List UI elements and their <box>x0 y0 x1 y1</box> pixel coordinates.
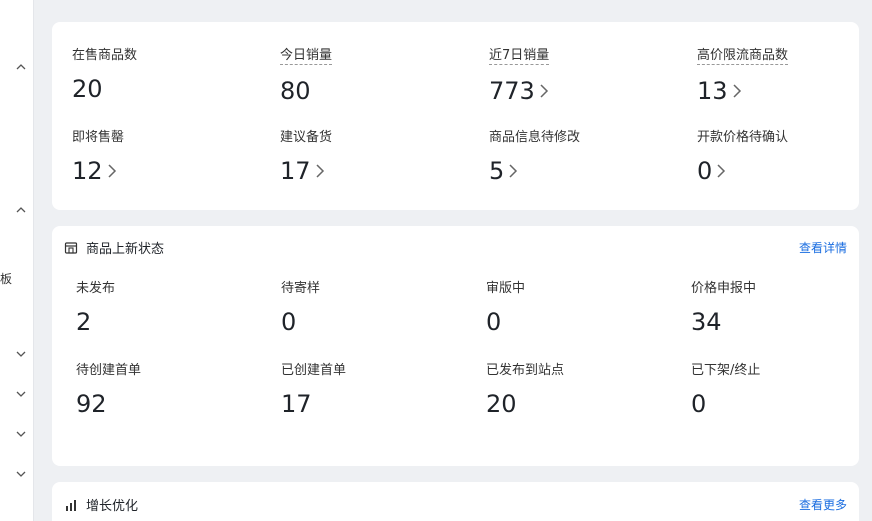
stat-label: 建议备货 <box>280 130 333 145</box>
stat-value: 20 <box>72 75 103 103</box>
stat-label: 商品信息待修改 <box>489 130 581 145</box>
stat-value[interactable]: 92 <box>76 390 141 418</box>
chevron-right-icon[interactable] <box>107 163 117 179</box>
chevron-right-icon[interactable] <box>716 163 726 179</box>
stat-label: 待寄样 <box>281 281 321 296</box>
stat-label: 待创建首单 <box>76 363 142 378</box>
stat-label: 未发布 <box>76 281 116 296</box>
stat-value[interactable]: 0 <box>281 308 320 336</box>
stat-label: 已创建首单 <box>281 363 347 378</box>
status-unpublished[interactable]: 未发布 2 <box>76 277 115 336</box>
stat-label: 近7日销量 <box>489 44 550 65</box>
stat-7day-sales[interactable]: 近7日销量 773 <box>489 44 550 105</box>
stats-card: 在售商品数 20 今日销量 80 近7日销量 773 高价限流商品数 13 即将… <box>52 22 859 210</box>
new-status-card: 商品上新状态 查看详情 未发布 2 待寄样 0 审版中 0 价格申报中 34 待… <box>52 226 859 466</box>
stat-value[interactable]: 0 <box>486 308 525 336</box>
status-awaiting-first-order[interactable]: 待创建首单 92 <box>76 359 141 418</box>
view-details-link[interactable]: 查看详情 <box>799 239 847 256</box>
stat-info-to-modify[interactable]: 商品信息待修改 5 <box>489 126 580 185</box>
view-more-link[interactable]: 查看更多 <box>799 496 847 513</box>
stat-label: 价格申报中 <box>691 281 757 296</box>
chevron-right-icon[interactable] <box>508 163 518 179</box>
shop-icon <box>64 241 78 255</box>
stat-value[interactable]: 773 <box>489 77 549 105</box>
card-title: 商品上新状态 <box>86 242 165 257</box>
stat-label: 已发布到站点 <box>486 363 565 378</box>
stat-sell-out-soon[interactable]: 即将售罄 12 <box>72 126 124 185</box>
stat-today-sales: 今日销量 80 <box>280 44 333 105</box>
stat-value[interactable]: 13 <box>697 77 788 105</box>
stat-value[interactable]: 0 <box>691 390 760 418</box>
chevron-up-icon[interactable] <box>14 203 28 217</box>
stat-label: 高价限流商品数 <box>697 44 789 65</box>
chevron-right-icon[interactable] <box>732 83 742 99</box>
sidebar: 板 <box>0 0 34 521</box>
stat-value: 80 <box>280 77 311 105</box>
stat-label: 在售商品数 <box>72 48 138 63</box>
status-first-order-created[interactable]: 已创建首单 17 <box>281 359 346 418</box>
stat-value[interactable]: 5 <box>489 157 580 185</box>
chevron-right-icon[interactable] <box>315 163 325 179</box>
card-header: 增长优化 <box>64 495 138 514</box>
stat-label: 审版中 <box>486 281 526 296</box>
stat-label: 已下架/终止 <box>691 363 761 378</box>
stat-label: 即将售罄 <box>72 130 125 145</box>
status-awaiting-sample[interactable]: 待寄样 0 <box>281 277 320 336</box>
stat-value[interactable]: 17 <box>280 157 332 185</box>
stat-value[interactable]: 12 <box>72 157 124 185</box>
stat-on-sale: 在售商品数 20 <box>72 44 137 103</box>
stat-restock-suggested[interactable]: 建议备货 17 <box>280 126 332 185</box>
growth-card: 增长优化 查看更多 <box>52 482 859 521</box>
status-price-declaring[interactable]: 价格申报中 34 <box>691 277 756 336</box>
chevron-down-icon[interactable] <box>14 387 28 401</box>
stat-label: 开款价格待确认 <box>697 130 789 145</box>
chevron-up-icon[interactable] <box>14 60 28 74</box>
stat-value[interactable]: 2 <box>76 308 115 336</box>
stat-value[interactable]: 20 <box>486 390 564 418</box>
stat-value[interactable]: 17 <box>281 390 346 418</box>
chevron-down-icon[interactable] <box>14 427 28 441</box>
sidebar-item-label[interactable]: 板 <box>0 270 12 287</box>
status-in-review[interactable]: 审版中 0 <box>486 277 525 336</box>
stat-high-price-limited[interactable]: 高价限流商品数 13 <box>697 44 789 105</box>
stat-value[interactable]: 0 <box>697 157 788 185</box>
bar-chart-icon <box>64 498 78 512</box>
card-title: 增长优化 <box>86 499 139 514</box>
card-header: 商品上新状态 <box>64 238 164 257</box>
chevron-down-icon[interactable] <box>14 467 28 481</box>
status-published-to-site[interactable]: 已发布到站点 20 <box>486 359 564 418</box>
status-delisted[interactable]: 已下架/终止 0 <box>691 359 760 418</box>
stat-label: 今日销量 <box>280 44 333 65</box>
stat-value[interactable]: 34 <box>691 308 756 336</box>
chevron-down-icon[interactable] <box>14 347 28 361</box>
stat-price-to-confirm[interactable]: 开款价格待确认 0 <box>697 126 788 185</box>
chevron-right-icon[interactable] <box>539 83 549 99</box>
